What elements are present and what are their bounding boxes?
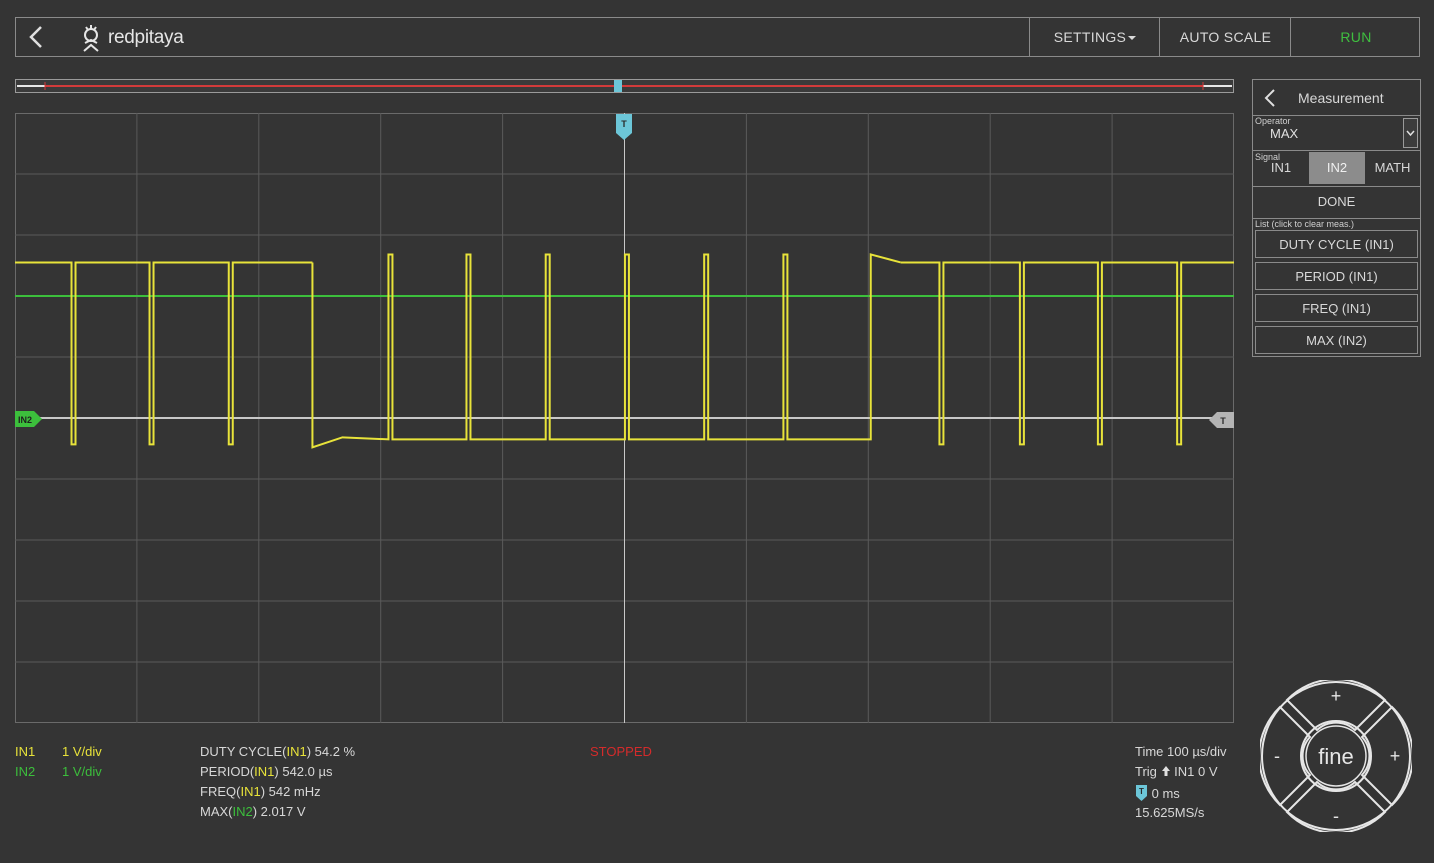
dial-graphic: + - - + fine	[1258, 678, 1414, 834]
trigger-info: Trig IN1 0 V	[1135, 764, 1218, 779]
dial-left-segment[interactable]: -	[1258, 705, 1312, 807]
measurement-back-button[interactable]	[1259, 86, 1283, 110]
done-button[interactable]: DONE	[1253, 186, 1420, 219]
measurement-readout-duty: DUTY CYCLE(IN1) 54.2 %	[200, 744, 355, 759]
ch1-scale: 1 V/div	[62, 744, 102, 759]
logo: redpitaya	[80, 22, 184, 54]
trigger-info-value: IN1 0 V	[1174, 764, 1218, 779]
top-bar: redpitaya SETTINGS AUTO SCALE RUN	[15, 17, 1420, 57]
measurement-panel: Measurement Operator MAX Signal IN1 IN2 …	[1252, 79, 1421, 357]
dial-right-label: +	[1390, 746, 1401, 766]
caret-down-icon	[1128, 36, 1137, 41]
readout-channel: IN1	[240, 784, 261, 799]
signal-in2-button[interactable]: IN2	[1309, 152, 1365, 184]
readout-prefix: DUTY CYCLE(	[200, 744, 287, 759]
readout-value: ) 54.2 %	[306, 744, 356, 759]
logo-text: redpitaya	[108, 27, 184, 48]
signal-selector: Signal IN1 IN2 MATH	[1253, 150, 1420, 187]
trigger-info-prefix: Trig	[1135, 764, 1157, 779]
measurement-list-label: List (click to clear meas.)	[1255, 219, 1355, 229]
oscilloscope-plot[interactable]: T IN2 T	[15, 113, 1234, 723]
timeline-trigger-handle	[614, 80, 622, 92]
trigger-level-label: T	[1220, 416, 1226, 426]
trigger-delay-icon: T	[1136, 785, 1147, 801]
dial-top-segment[interactable]: +	[1285, 678, 1387, 732]
in2-marker-label: IN2	[18, 415, 32, 425]
readout-value: ) 2.017 V	[252, 804, 306, 819]
ch1-name: IN1	[15, 744, 36, 759]
measurement-item[interactable]: FREQ (IN1)	[1255, 294, 1418, 322]
chevron-left-icon	[29, 26, 42, 48]
plot-canvas	[15, 113, 1234, 723]
back-button[interactable]	[16, 18, 58, 56]
settings-button[interactable]: SETTINGS	[1029, 18, 1160, 56]
measurement-panel-header: Measurement	[1253, 80, 1420, 116]
chevron-down-icon	[1406, 130, 1415, 137]
trigger-position-marker[interactable]: T	[615, 113, 633, 141]
measurement-readout-max: MAX(IN2) 2.017 V	[200, 804, 306, 819]
readout-channel: IN1	[286, 744, 307, 759]
redpitaya-logo-icon	[83, 25, 99, 52]
acquisition-status: STOPPED	[590, 744, 652, 759]
timeline-graphic	[17, 80, 1232, 92]
arrow-up-icon	[1161, 766, 1170, 776]
readout-prefix: FREQ(	[200, 784, 241, 799]
dial-bottom-segment[interactable]: -	[1285, 780, 1387, 834]
dial-left-label: -	[1274, 746, 1280, 766]
dial-bottom-label: -	[1333, 806, 1339, 826]
trigger-delay: T 0 ms	[1135, 784, 1180, 802]
trigger-position-label: T	[621, 119, 627, 129]
measurement-item[interactable]: MAX (IN2)	[1255, 326, 1418, 354]
signal-math-button[interactable]: MATH	[1365, 152, 1420, 184]
time-scale: Time 100 µs/div	[1135, 744, 1227, 759]
dial-center-label[interactable]: fine	[1318, 744, 1353, 769]
chevron-left-icon	[1264, 89, 1275, 107]
ch2-scale: 1 V/div	[62, 764, 102, 779]
operator-label: Operator	[1255, 116, 1291, 126]
in2-offset-marker[interactable]: IN2	[15, 411, 43, 427]
trigger-delay-marker: T	[1139, 787, 1144, 796]
dial-top-label: +	[1331, 686, 1342, 706]
trigger-delay-value: 0 ms	[1151, 786, 1180, 801]
measurement-title: Measurement	[1298, 90, 1384, 106]
settings-label: SETTINGS	[1053, 29, 1127, 45]
autoscale-button[interactable]: AUTO SCALE	[1159, 18, 1291, 56]
readout-value: ) 542.0 µs	[274, 764, 333, 779]
buffer-timeline[interactable]	[15, 79, 1234, 93]
fine-adjust-dial: + - - + fine	[1258, 678, 1414, 834]
sample-rate: 15.625MS/s	[1135, 805, 1205, 820]
measurement-readout-period: PERIOD(IN1) 542.0 µs	[200, 764, 332, 779]
run-button[interactable]: RUN	[1290, 18, 1421, 56]
measurement-item[interactable]: DUTY CYCLE (IN1)	[1255, 230, 1418, 258]
measurement-readout-freq: FREQ(IN1) 542 mHz	[200, 784, 321, 799]
readout-value: ) 542 mHz	[260, 784, 321, 799]
readout-channel: IN1	[254, 764, 275, 779]
readout-prefix: PERIOD(	[200, 764, 255, 779]
autoscale-label: AUTO SCALE	[1179, 29, 1272, 45]
run-label: RUN	[1340, 29, 1372, 45]
readout-prefix: MAX(	[200, 804, 233, 819]
dial-right-segment[interactable]: +	[1360, 705, 1414, 807]
readout-channel: IN2	[232, 804, 253, 819]
operator-select[interactable]: MAX	[1270, 126, 1298, 141]
ch2-name: IN2	[15, 764, 36, 779]
trigger-level-marker[interactable]: T	[1209, 412, 1234, 428]
operator-dropdown-button[interactable]	[1403, 118, 1418, 148]
measurement-item[interactable]: PERIOD (IN1)	[1255, 262, 1418, 290]
signal-in1-button[interactable]: IN1	[1253, 152, 1309, 184]
